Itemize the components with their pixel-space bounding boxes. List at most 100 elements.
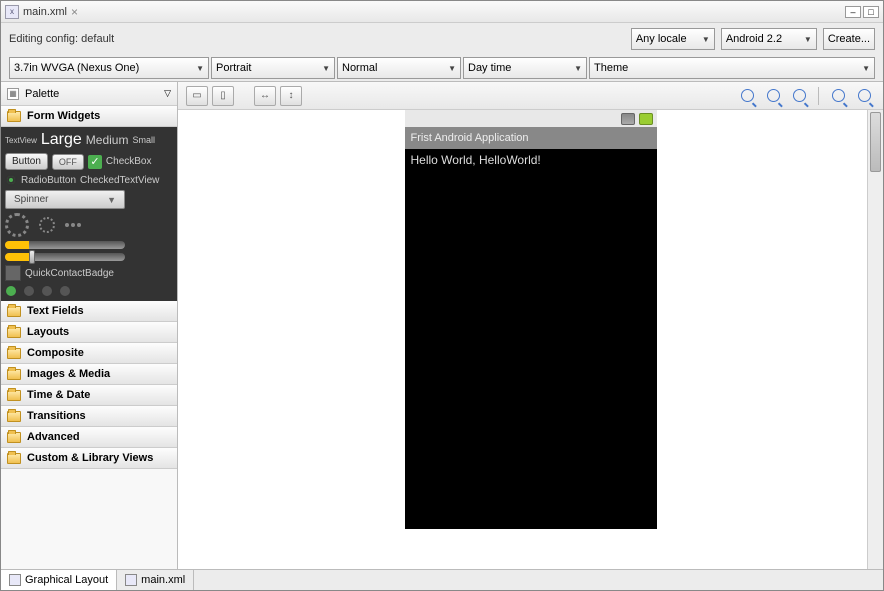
category-images-media[interactable]: Images & Media: [1, 364, 177, 385]
dock-mode-value: Normal: [342, 62, 377, 74]
theme-selector[interactable]: Theme ▼: [589, 57, 875, 79]
canvas-toolbar: ▭ ▯ ↔ ↕: [178, 82, 883, 110]
folder-icon: [7, 348, 21, 359]
close-tab-icon[interactable]: ×: [71, 5, 78, 19]
expand-vertical-button[interactable]: ↕: [280, 86, 302, 106]
expand-horizontal-button[interactable]: ↔: [254, 86, 276, 106]
android-version-value: Android 2.2: [726, 33, 782, 45]
palette-settings-icon[interactable]: ▦: [7, 88, 19, 100]
chevron-down-icon[interactable]: ▽: [164, 88, 171, 99]
category-label: Text Fields: [27, 305, 84, 317]
dropdown-arrow-icon: ▼: [442, 64, 456, 73]
minimize-icon[interactable]: –: [845, 6, 861, 18]
vertical-scrollbar[interactable]: [867, 110, 883, 569]
progress-circle-small-widget[interactable]: [39, 217, 55, 233]
day-night-selector[interactable]: Day time ▼: [463, 57, 587, 79]
canvas-column: ▭ ▯ ↔ ↕ Frist Android Application Hello …: [178, 82, 883, 569]
device-selector[interactable]: 3.7in WVGA (Nexus One)▼: [9, 57, 209, 79]
config-row: Editing config: default Any locale▼ Andr…: [1, 23, 883, 55]
dropdown-arrow-icon: ▼: [316, 64, 330, 73]
editor-tab-bar: x main.xml × – □: [1, 1, 883, 23]
device-status-bar: [405, 110, 657, 127]
category-advanced[interactable]: Advanced: [1, 427, 177, 448]
dropdown-arrow-icon: ▼: [568, 64, 582, 73]
spinner-label: Spinner: [14, 194, 48, 205]
toggle-widget[interactable]: OFF: [52, 154, 84, 170]
device-preview[interactable]: Frist Android Application Hello World, H…: [405, 110, 657, 569]
device-app-title: Frist Android Application: [405, 127, 657, 149]
category-layouts[interactable]: Layouts: [1, 322, 177, 343]
radio-icon[interactable]: [5, 174, 17, 186]
day-night-value: Day time: [468, 62, 511, 74]
palette-panel: ▦ Palette ▽ Form Widgets TextView Large …: [1, 82, 178, 569]
category-time-date[interactable]: Time & Date: [1, 385, 177, 406]
category-transitions[interactable]: Transitions: [1, 406, 177, 427]
editor-bottom-tabs: Graphical Layout main.xml: [1, 569, 883, 590]
checkbox-widget[interactable]: CheckBox: [106, 156, 152, 167]
main-area: ▦ Palette ▽ Form Widgets TextView Large …: [1, 81, 883, 569]
checkbox-icon[interactable]: ✓: [88, 155, 102, 169]
orientation-value: Portrait: [216, 62, 251, 74]
design-canvas[interactable]: Frist Android Application Hello World, H…: [178, 110, 883, 569]
device-content[interactable]: Hello World, HelloWorld!: [405, 149, 657, 529]
xml-tab-icon: [125, 574, 137, 586]
tab-graphical-layout[interactable]: Graphical Layout: [1, 570, 117, 590]
zoom-100-button[interactable]: [788, 86, 810, 106]
maximize-icon[interactable]: □: [863, 6, 879, 18]
button-widget[interactable]: Button: [5, 153, 48, 170]
scrollbar-thumb[interactable]: [870, 112, 881, 172]
hello-world-text[interactable]: Hello World, HelloWorld!: [411, 153, 541, 167]
tab-xml-source[interactable]: main.xml: [117, 570, 194, 590]
small-text-widget[interactable]: Small: [132, 135, 155, 145]
seekbar-widget-2[interactable]: [5, 253, 125, 261]
create-label: Create...: [828, 33, 870, 45]
zoom-fit-button[interactable]: [853, 86, 875, 106]
dropdown-arrow-icon: ▼: [107, 195, 116, 205]
seekbar-widget[interactable]: [5, 241, 125, 249]
form-widgets-panel: TextView Large Medium Small Button OFF ✓…: [1, 127, 177, 301]
category-label: Composite: [27, 347, 84, 359]
zoom-in-button[interactable]: [827, 86, 849, 106]
dropdown-arrow-icon: ▼: [190, 64, 204, 73]
layout-mode-1-button[interactable]: ▭: [186, 86, 208, 106]
dock-mode-selector[interactable]: Normal ▼: [337, 57, 461, 79]
xml-file-icon: x: [5, 5, 19, 19]
orientation-selector[interactable]: Portrait ▼: [211, 57, 335, 79]
quickcontactbadge-widget[interactable]: QuickContactBadge: [25, 268, 114, 279]
category-label: Time & Date: [27, 389, 90, 401]
category-text-fields[interactable]: Text Fields: [1, 301, 177, 322]
folder-icon: [7, 111, 21, 122]
zoom-reset-button[interactable]: [762, 86, 784, 106]
large-text-widget[interactable]: Large: [41, 131, 82, 149]
folder-icon: [7, 411, 21, 422]
radiobutton-widget[interactable]: RadioButton: [21, 175, 76, 186]
editor-tab-title[interactable]: main.xml: [23, 6, 67, 18]
category-custom-library[interactable]: Custom & Library Views: [1, 448, 177, 469]
progress-dots-widget[interactable]: [65, 223, 81, 227]
locale-selector[interactable]: Any locale▼: [631, 28, 715, 50]
zoom-out-button[interactable]: [736, 86, 758, 106]
checkedtextview-widget[interactable]: CheckedTextView: [80, 175, 159, 186]
palette-header[interactable]: ▦ Palette ▽: [1, 82, 177, 106]
device-selector-row: 3.7in WVGA (Nexus One)▼ Portrait ▼ Normal…: [1, 55, 883, 81]
spinner-widget[interactable]: Spinner ▼: [5, 190, 125, 209]
category-label: Custom & Library Views: [27, 452, 153, 464]
progress-circle-widget[interactable]: [5, 213, 29, 237]
category-label: Layouts: [27, 326, 69, 338]
theme-value: Theme: [594, 62, 628, 74]
category-composite[interactable]: Composite: [1, 343, 177, 364]
category-label: Advanced: [27, 431, 80, 443]
quickcontact-icon[interactable]: [5, 265, 21, 281]
dropdown-arrow-icon: ▼: [856, 64, 870, 73]
ratingbar-widget[interactable]: [5, 285, 173, 297]
battery-icon: [621, 113, 635, 125]
layout-mode-2-button[interactable]: ▯: [212, 86, 234, 106]
textview-widget[interactable]: TextView: [5, 136, 37, 145]
medium-text-widget[interactable]: Medium: [86, 133, 129, 147]
layout-tab-icon: [9, 574, 21, 586]
android-version-selector[interactable]: Android 2.2▼: [721, 28, 817, 50]
folder-icon: [7, 390, 21, 401]
category-form-widgets[interactable]: Form Widgets: [1, 106, 177, 127]
create-config-button[interactable]: Create...: [823, 28, 875, 50]
tab-label: main.xml: [141, 574, 185, 586]
